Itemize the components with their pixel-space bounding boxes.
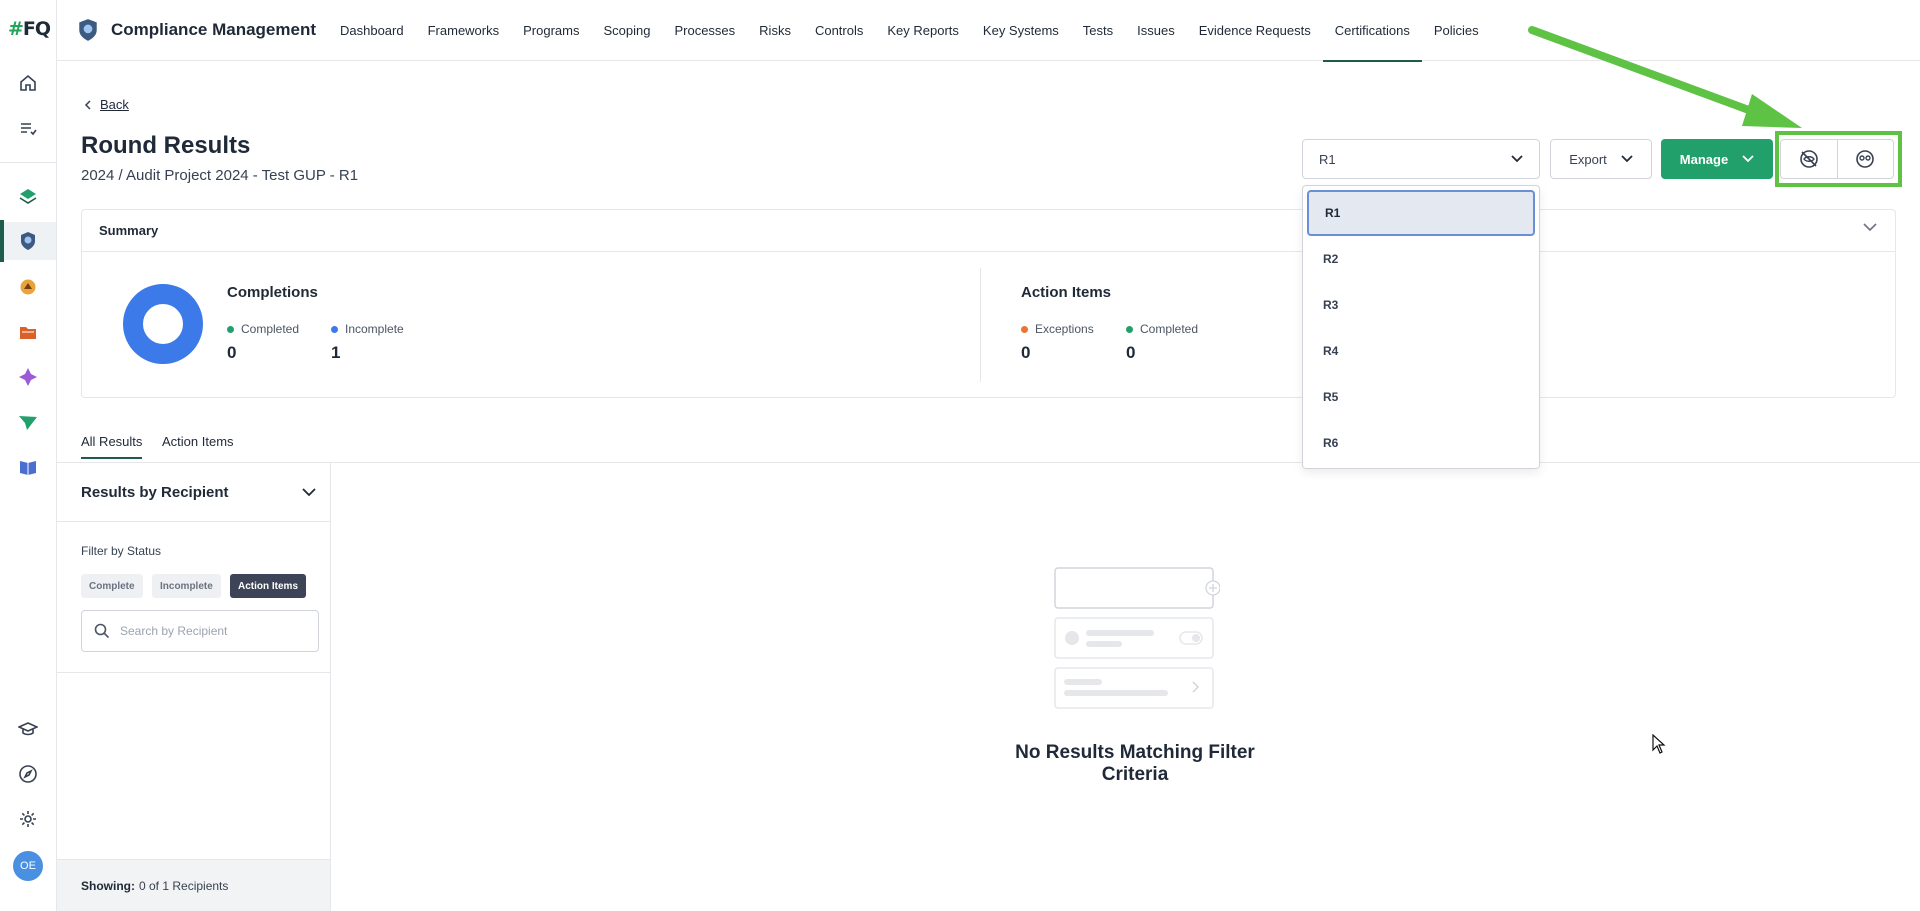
nav-risks[interactable]: Risks <box>747 0 803 61</box>
filter-chip-complete[interactable]: Complete <box>81 574 143 598</box>
certification-badge-icon <box>79 19 97 41</box>
nav-certifications[interactable]: Certifications <box>1322 0 1423 62</box>
top-navigation: Compliance Management Dashboard Framewor… <box>57 0 1920 62</box>
summary-card: Summary Completions Completed 0 Incomple… <box>81 209 1896 398</box>
diamond-ring-icon[interactable] <box>12 271 44 303</box>
book-icon[interactable] <box>12 451 44 483</box>
export-label: Export <box>1569 151 1607 167</box>
back-label: Back <box>100 97 129 112</box>
nav-evidence-requests[interactable]: Evidence Requests <box>1187 0 1323 61</box>
nav-key-reports[interactable]: Key Reports <box>875 0 971 61</box>
round-option-r1[interactable]: R1 <box>1307 190 1535 236</box>
results-panel-header[interactable]: Results by Recipient <box>57 463 330 522</box>
left-rail: #FQ OE <box>0 0 57 911</box>
empty-state-illustration <box>1054 567 1220 709</box>
export-button[interactable]: Export <box>1550 139 1652 179</box>
round-select[interactable]: R1 <box>1302 139 1540 179</box>
round-option-r5[interactable]: R5 <box>1307 374 1535 420</box>
sparkle-icon[interactable] <box>12 361 44 393</box>
chevron-down-icon <box>1621 155 1633 163</box>
folder-icon[interactable] <box>12 316 44 348</box>
nav-issues[interactable]: Issues <box>1125 0 1187 61</box>
compass-icon[interactable] <box>12 758 44 790</box>
empty-state-message: No Results Matching Filter Criteria <box>1015 742 1255 785</box>
annotation-highlight-box <box>1775 131 1902 187</box>
completed-legend: Completed <box>227 322 299 336</box>
exceptions-count: 0 <box>1021 343 1031 362</box>
tab-action-items[interactable]: Action Items <box>162 434 234 459</box>
paper-plane-icon[interactable] <box>12 406 44 438</box>
filter-by-status-label: Filter by Status <box>81 544 162 558</box>
summary-title: Summary <box>99 223 159 238</box>
round-option-r3[interactable]: R3 <box>1307 282 1535 328</box>
recipients-count-footer: Showing: 0 of 1 Recipients <box>57 859 330 911</box>
round-dropdown-menu: R1 R2 R3 R4 R5 R6 <box>1302 185 1540 469</box>
nav-key-systems[interactable]: Key Systems <box>971 0 1071 61</box>
manage-button[interactable]: Manage <box>1661 139 1773 179</box>
list-check-icon[interactable] <box>12 112 44 144</box>
completions-donut-chart <box>123 284 203 364</box>
module-tabs: Dashboard Frameworks Programs Scoping Pr… <box>328 0 1491 62</box>
nav-scoping[interactable]: Scoping <box>591 0 662 61</box>
nav-dashboard[interactable]: Dashboard <box>328 0 416 61</box>
chevron-down-icon[interactable] <box>302 487 316 497</box>
back-link[interactable]: Back <box>84 97 129 112</box>
home-icon[interactable] <box>12 67 44 99</box>
nav-policies[interactable]: Policies <box>1422 0 1491 61</box>
action-items-title: Action Items <box>1021 284 1112 301</box>
search-icon <box>94 623 110 639</box>
footer-label: Showing: <box>81 878 135 893</box>
results-by-recipient-panel: Results by Recipient Filter by Status Co… <box>57 463 331 911</box>
page-title: Round Results <box>81 132 251 159</box>
round-select-value: R1 <box>1319 151 1336 167</box>
nav-processes[interactable]: Processes <box>662 0 747 61</box>
user-avatar[interactable]: OE <box>13 851 43 881</box>
incomplete-count: 1 <box>331 343 341 362</box>
results-tabs: All Results Action Items <box>57 424 1920 463</box>
nav-frameworks[interactable]: Frameworks <box>416 0 512 61</box>
filter-chip-incomplete[interactable]: Incomplete <box>152 574 221 598</box>
gear-icon[interactable] <box>12 803 44 835</box>
chevron-down-icon <box>1742 155 1754 163</box>
footer-value: 0 of 1 Recipients <box>139 878 229 893</box>
breadcrumb-subtitle: 2024 / Audit Project 2024 - Test GUP - R… <box>81 167 359 184</box>
round-option-r2[interactable]: R2 <box>1307 236 1535 282</box>
rail-active-indicator <box>0 220 4 262</box>
results-panel-title: Results by Recipient <box>81 483 229 501</box>
filter-chip-action-items[interactable]: Action Items <box>230 574 307 598</box>
round-option-r4[interactable]: R4 <box>1307 328 1535 374</box>
chevron-left-icon <box>84 99 91 110</box>
manage-label: Manage <box>1679 151 1729 167</box>
app-logo[interactable]: #FQ <box>8 18 51 40</box>
completed-count: 0 <box>227 343 237 362</box>
search-input[interactable] <box>120 624 300 638</box>
graduation-cap-icon[interactable] <box>12 713 44 745</box>
nav-controls[interactable]: Controls <box>803 0 875 61</box>
summary-header[interactable]: Summary <box>82 210 1895 252</box>
mouse-cursor-icon <box>1652 734 1666 754</box>
incomplete-legend: Incomplete <box>331 322 404 336</box>
nav-programs[interactable]: Programs <box>511 0 591 61</box>
layers-icon[interactable] <box>12 181 44 213</box>
action-completed-count: 0 <box>1126 343 1136 362</box>
app-title: Compliance Management <box>111 20 316 39</box>
summary-divider <box>980 268 981 382</box>
certification-badge-icon[interactable] <box>12 225 44 257</box>
recipient-search[interactable] <box>81 610 319 652</box>
chevron-down-icon[interactable] <box>1863 223 1877 232</box>
action-completed-legend: Completed <box>1126 322 1198 336</box>
exceptions-legend: Exceptions <box>1021 322 1094 336</box>
tab-all-results[interactable]: All Results <box>81 434 143 459</box>
nav-tests[interactable]: Tests <box>1071 0 1125 61</box>
round-option-r6[interactable]: R6 <box>1307 420 1535 466</box>
chevron-down-icon <box>1511 155 1523 163</box>
completions-title: Completions <box>227 284 318 301</box>
